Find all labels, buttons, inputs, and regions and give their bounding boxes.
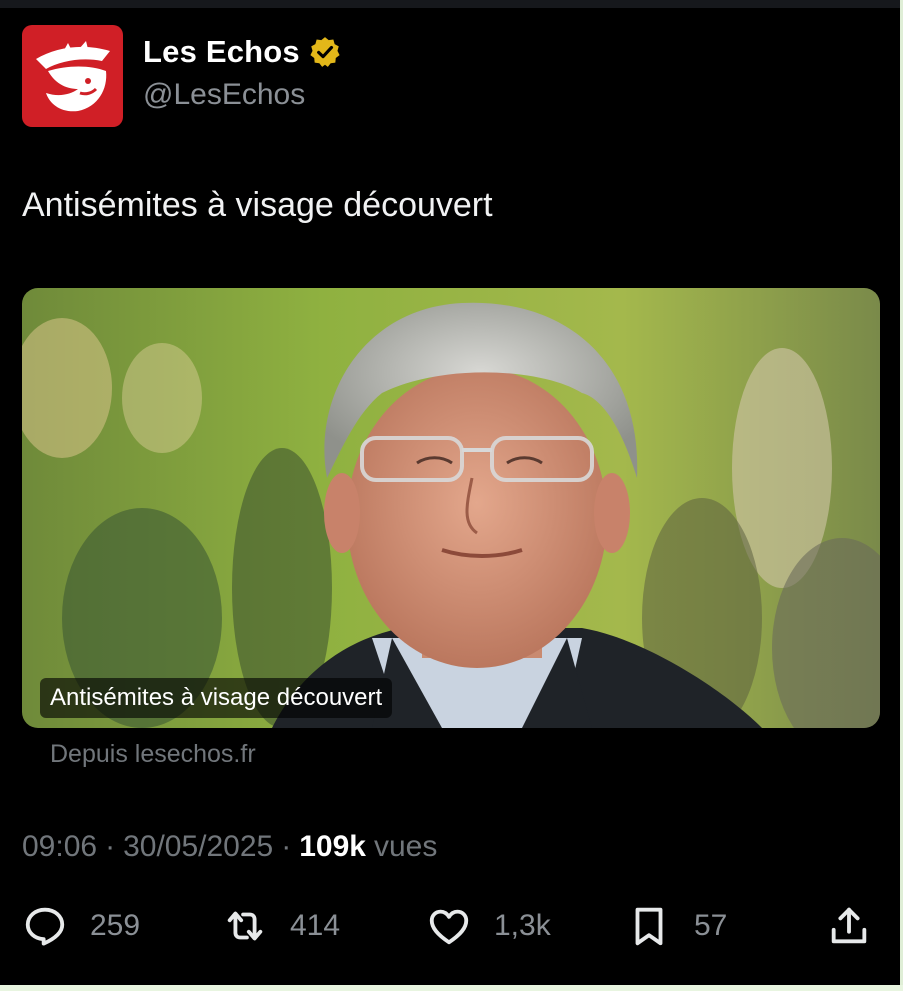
repost-button[interactable]: 414 [222,900,340,952]
meta-separator: · [281,830,292,863]
bookmark-count: 57 [694,909,728,942]
tweet-metadata: 09:06 · 30/05/2025 · 109k vues [22,830,437,864]
tweet-text: Antisémites à visage découvert [22,186,493,224]
les-echos-logo-icon [35,41,110,112]
share-icon [831,907,867,944]
avatar[interactable] [22,25,123,127]
window-top-edge [0,0,903,8]
views-count[interactable]: 109k [299,830,366,864]
card-source-link[interactable]: Depuis lesechos.fr [50,740,256,769]
repost-count: 414 [290,909,341,942]
card-photo [22,288,880,728]
like-count: 1,3k [494,909,551,942]
verified-gold-badge-icon[interactable] [308,35,342,69]
reply-icon [25,907,65,946]
like-button[interactable]: 1,3k [426,900,551,952]
tweet-date[interactable]: 30/05/2025 [123,830,273,864]
meta-separator: · [105,830,116,863]
action-bar: 259 414 1,3k 57 [22,900,872,952]
like-heart-icon [429,909,469,945]
display-name[interactable]: Les Echos [143,34,300,70]
bookmark-icon [635,907,663,946]
window-bottom-edge [0,985,903,991]
tweet-time[interactable]: 09:06 [22,830,97,864]
views-label: vues [373,830,438,863]
link-card[interactable]: Antisémites à visage découvert [22,288,880,728]
reply-button[interactable]: 259 [22,900,140,952]
bookmark-button[interactable]: 57 [626,900,727,952]
tweet-header: Les Echos @LesEchos [22,24,342,128]
repost-icon [227,911,263,941]
card-caption: Antisémites à visage découvert [40,678,393,718]
reply-count: 259 [90,909,141,942]
share-button[interactable] [826,900,872,952]
handle[interactable]: @LesEchos [143,78,342,112]
